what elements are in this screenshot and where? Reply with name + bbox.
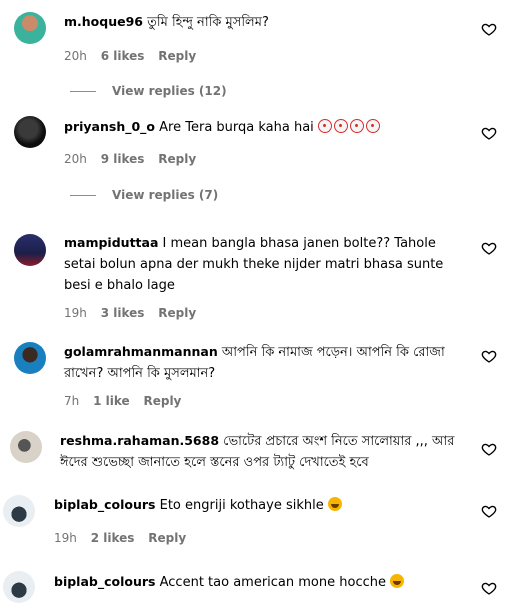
likes-count[interactable]: 6 likes (101, 49, 145, 63)
reply-button[interactable]: Reply (158, 49, 196, 63)
heart-icon[interactable] (481, 21, 497, 37)
comment-meta: 19h 2 likes Reply (54, 531, 196, 545)
timestamp: 20h (64, 152, 87, 166)
timestamp: 19h (64, 306, 87, 320)
comment-body: reshma.rahaman.5688 ভোটের প্রচারে অংশ নি… (60, 430, 480, 473)
comment-meta: 20h 9 likes Reply (64, 152, 206, 166)
comment-meta: 19h 3 likes Reply (64, 306, 206, 320)
heart-icon[interactable] (481, 125, 497, 141)
heart-icon[interactable] (481, 503, 497, 519)
comment-text: Eto engriji kothaye sikhle (159, 498, 324, 513)
view-replies-button[interactable]: View replies (7) (70, 188, 218, 202)
divider-line (70, 91, 96, 92)
comment-body: m.hoque96 তুমি হিন্দু নাকি মুসলিম? (64, 11, 464, 33)
username[interactable]: reshma.rahaman.5688 (60, 433, 219, 448)
avatar[interactable] (3, 495, 35, 527)
heart-icon[interactable] (481, 580, 497, 596)
comment-body: mampiduttaa I mean bangla bhasa janen bo… (64, 232, 459, 296)
reply-button[interactable]: Reply (143, 394, 181, 408)
comment-text: Are Tera burqa kaha hai (159, 120, 314, 135)
likes-count[interactable]: 1 like (93, 394, 130, 408)
likes-count[interactable]: 2 likes (91, 531, 135, 545)
avatar[interactable] (14, 12, 46, 44)
clown-face-icon (333, 119, 348, 133)
heart-icon[interactable] (481, 348, 497, 364)
view-replies-label: View replies (12) (112, 84, 227, 98)
username[interactable]: biplab_colours (54, 574, 155, 589)
reply-button[interactable]: Reply (148, 531, 186, 545)
heart-icon[interactable] (481, 441, 497, 457)
avatar[interactable] (14, 234, 46, 266)
view-replies-button[interactable]: View replies (12) (70, 84, 227, 98)
likes-count[interactable]: 3 likes (101, 306, 145, 320)
avatar[interactable] (10, 431, 42, 463)
laughing-tears-icon (327, 497, 342, 511)
heart-icon[interactable] (481, 240, 497, 256)
username[interactable]: biplab_colours (54, 497, 155, 512)
comment-text: তুমি হিন্দু নাকি মুসলিম? (147, 15, 269, 30)
avatar[interactable] (3, 571, 35, 603)
avatar[interactable] (14, 342, 46, 374)
likes-count[interactable]: 9 likes (101, 152, 145, 166)
comment-meta: 20h 6 likes Reply (64, 49, 206, 63)
timestamp: 20h (64, 49, 87, 63)
clown-face-icon (349, 119, 364, 133)
reply-button[interactable]: Reply (158, 306, 196, 320)
timestamp: 7h (64, 394, 80, 408)
clown-face-icon (365, 119, 380, 133)
username[interactable]: golamrahmanmannan (64, 344, 218, 359)
divider-line (70, 195, 96, 196)
username[interactable]: mampiduttaa (64, 235, 158, 250)
comment-body: golamrahmanmannan আপনি কি নামাজ পড়েন। আ… (64, 341, 454, 384)
username[interactable]: m.hoque96 (64, 14, 143, 29)
username[interactable]: priyansh_0_o (64, 119, 155, 134)
comment-meta: 7h 1 like Reply (64, 394, 191, 408)
avatar[interactable] (14, 116, 46, 148)
laughing-tears-icon (390, 574, 405, 588)
comment-body: priyansh_0_o Are Tera burqa kaha hai (64, 116, 464, 138)
comment-text: Accent tao american mone hocche (159, 575, 386, 590)
comment-body: biplab_colours Eto engriji kothaye sikhl… (54, 494, 464, 516)
timestamp: 19h (54, 531, 77, 545)
view-replies-label: View replies (7) (112, 188, 219, 202)
reply-button[interactable]: Reply (158, 152, 196, 166)
clown-face-icon (317, 119, 332, 133)
comment-body: biplab_colours Accent tao american mone … (54, 571, 464, 593)
